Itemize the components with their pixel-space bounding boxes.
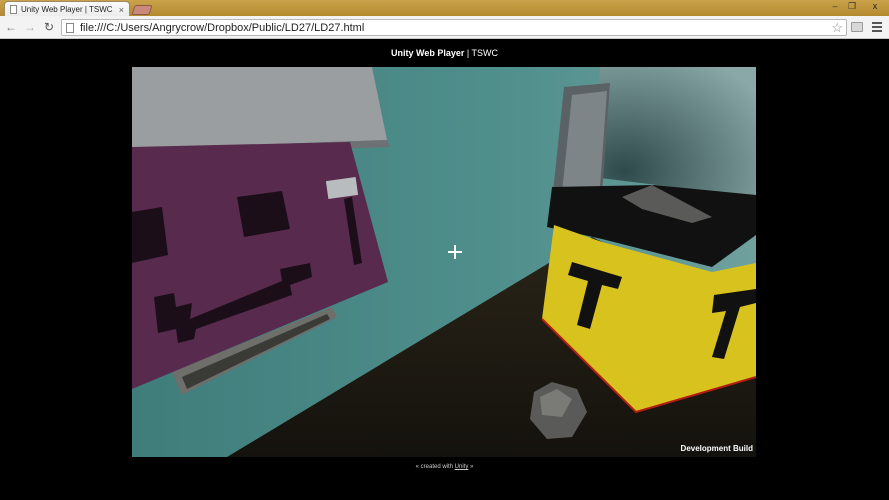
back-button[interactable]: ←: [3, 19, 19, 35]
close-tab-icon[interactable]: ×: [119, 5, 124, 15]
right-wall: [592, 67, 756, 197]
menu-icon[interactable]: [872, 21, 882, 33]
page-title-bold: Unity Web Player: [390, 48, 465, 58]
purple-cube-lid: [132, 67, 387, 149]
unity-link[interactable]: Unity: [455, 464, 469, 470]
extension-icon[interactable]: [851, 22, 863, 32]
new-tab-button[interactable]: [131, 5, 153, 15]
unity-player-canvas[interactable]: Development Build: [132, 67, 756, 457]
page-icon: [66, 22, 74, 33]
close-window-button[interactable]: x: [864, 0, 886, 12]
minimize-button[interactable]: –: [826, 0, 844, 12]
right-eye: [237, 191, 290, 237]
window-titlebar: Unity Web Player | TSWC × – ❐ x: [0, 0, 889, 17]
url-text[interactable]: file:///C:/Users/Angrycrow/Dropbox/Publi…: [80, 22, 831, 34]
page-icon: [10, 5, 17, 14]
address-bar[interactable]: file:///C:/Users/Angrycrow/Dropbox/Publi…: [61, 19, 847, 36]
development-build-label: Development Build: [680, 444, 753, 453]
game-scene: [132, 67, 756, 457]
footer-suffix: »: [468, 464, 474, 470]
forward-button[interactable]: →: [22, 19, 38, 35]
browser-tab[interactable]: Unity Web Player | TSWC ×: [4, 1, 130, 17]
tab-title: Unity Web Player | TSWC: [21, 5, 113, 14]
page-title: Unity Web Player | TSWC: [0, 48, 889, 58]
page-title-rest: | TSWC: [464, 48, 499, 58]
bookmark-star-icon[interactable]: ☆: [831, 20, 843, 36]
reload-button[interactable]: ↻: [41, 19, 57, 35]
maximize-button[interactable]: ❐: [843, 0, 861, 12]
page-footer: « created with Unity »: [0, 464, 889, 470]
crosshair-icon: [448, 245, 462, 259]
footer-prefix: « created with: [415, 464, 455, 470]
left-eye: [132, 207, 168, 263]
browser-toolbar: ← → ↻ file:///C:/Users/Angrycrow/Dropbox…: [0, 16, 889, 39]
